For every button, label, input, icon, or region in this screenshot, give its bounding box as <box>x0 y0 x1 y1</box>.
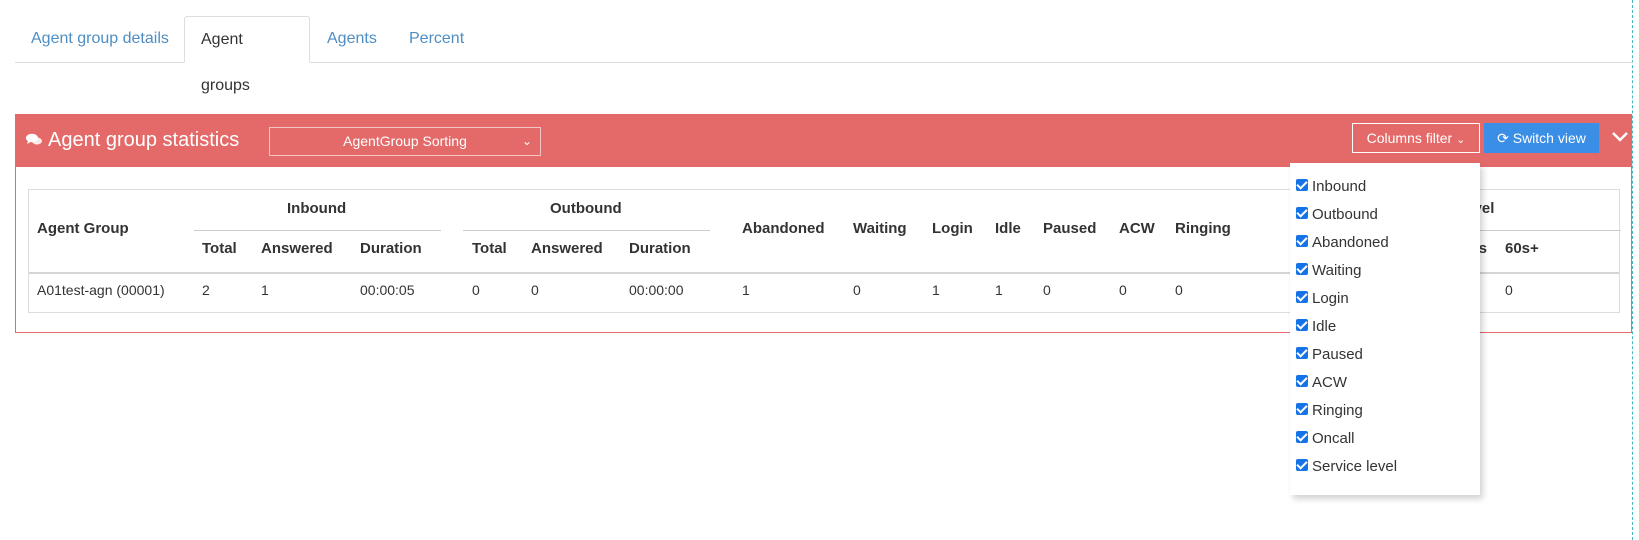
cell-in-duration: 00:00:05 <box>360 282 415 298</box>
header-abandoned: Abandoned <box>742 220 825 237</box>
header-agent-group: Agent Group <box>37 220 129 237</box>
header-out-total: Total <box>472 240 507 257</box>
header-ringing: Ringing <box>1175 220 1231 237</box>
header-paused: Paused <box>1043 220 1097 237</box>
filter-option-label: Oncall <box>1312 430 1355 447</box>
header-idle: Idle <box>995 220 1021 237</box>
checkbox-checked-icon[interactable] <box>1296 459 1308 471</box>
header-out-duration: Duration <box>629 240 691 257</box>
filter-option-label: ACW <box>1312 374 1347 391</box>
header-in-duration: Duration <box>360 240 422 257</box>
checkbox-checked-icon[interactable] <box>1296 235 1308 247</box>
header-in-answered: Answered <box>261 240 333 257</box>
filter-option-idle[interactable]: Idle <box>1296 317 1336 337</box>
filter-option-label: Ringing <box>1312 402 1363 419</box>
filter-option-label: Service level <box>1312 458 1398 475</box>
cell-abandoned: 1 <box>742 282 750 298</box>
tab-agents[interactable]: Agents <box>311 16 393 62</box>
cell-ringing: 0 <box>1175 282 1183 298</box>
columns-filter-dropdown: Inbound Outbound Abandoned Waiting Login… <box>1290 163 1480 495</box>
tab-percent[interactable]: Percent <box>393 16 480 62</box>
columns-filter-label: Columns filter <box>1366 130 1453 146</box>
header-in-total: Total <box>202 240 237 257</box>
header-sl-60p: 60s+ <box>1505 240 1539 257</box>
filter-option-label: Idle <box>1312 318 1337 335</box>
inbound-divider <box>194 230 441 231</box>
checkbox-checked-icon[interactable] <box>1296 291 1308 303</box>
filter-option-acw[interactable]: ACW <box>1296 373 1347 393</box>
collapse-chevron-icon[interactable] <box>1608 125 1632 149</box>
page-edge-guide <box>1632 0 1633 540</box>
cell-waiting: 0 <box>853 282 861 298</box>
checkbox-checked-icon[interactable] <box>1296 347 1308 359</box>
filter-option-waiting[interactable]: Waiting <box>1296 261 1361 281</box>
header-out-answered: Answered <box>531 240 603 257</box>
refresh-icon: ⟳ <box>1497 130 1509 146</box>
filter-option-service-level[interactable]: Service level <box>1296 457 1397 477</box>
checkbox-checked-icon[interactable] <box>1296 319 1308 331</box>
filter-option-label: Login <box>1312 290 1349 307</box>
outbound-divider <box>463 230 710 231</box>
cell-out-duration: 00:00:00 <box>629 282 684 298</box>
sorting-select[interactable]: AgentGroup Sorting ⌄ <box>269 127 541 156</box>
filter-option-label: Outbound <box>1312 206 1378 223</box>
filter-option-outbound[interactable]: Outbound <box>1296 205 1378 225</box>
cell-out-answered: 0 <box>531 282 539 298</box>
checkbox-checked-icon[interactable] <box>1296 263 1308 275</box>
tab-bar: Agent group details Agent groups Agents … <box>15 16 1633 94</box>
filter-option-login[interactable]: Login <box>1296 289 1349 309</box>
cell-acw: 0 <box>1119 282 1127 298</box>
checkbox-checked-icon[interactable] <box>1296 179 1308 191</box>
cell-sl-60p: 0 <box>1505 282 1513 298</box>
filter-option-inbound[interactable]: Inbound <box>1296 177 1366 197</box>
cell-agent-group: A01test-agn (00001) <box>37 282 165 298</box>
cell-idle: 1 <box>995 282 1003 298</box>
checkbox-checked-icon[interactable] <box>1296 207 1308 219</box>
header-inbound: Inbound <box>287 200 347 217</box>
header-waiting: Waiting <box>853 220 907 237</box>
tab-agent-groups[interactable]: Agent groups <box>184 16 310 94</box>
sorting-select-value: AgentGroup Sorting <box>343 133 467 149</box>
caret-down-icon: ⌄ <box>1456 134 1466 146</box>
filter-option-label: Abandoned <box>1312 234 1389 251</box>
header-login: Login <box>932 220 973 237</box>
cell-in-answered: 1 <box>261 282 269 298</box>
panel-title: Agent group statistics <box>26 127 239 154</box>
header-acw: ACW <box>1119 220 1155 237</box>
switch-view-button[interactable]: ⟳ Switch view <box>1484 123 1599 153</box>
checkbox-checked-icon[interactable] <box>1296 403 1308 415</box>
panel-header: Agent group statistics AgentGroup Sortin… <box>16 115 1631 167</box>
filter-option-label: Paused <box>1312 346 1363 363</box>
chevron-down-icon: ⌄ <box>521 134 532 148</box>
filter-option-label: Inbound <box>1312 178 1367 195</box>
filter-option-ringing[interactable]: Ringing <box>1296 401 1363 421</box>
columns-filter-button[interactable]: Columns filter ⌄ <box>1352 123 1480 153</box>
cell-login: 1 <box>932 282 940 298</box>
panel-title-text: Agent group statistics <box>48 129 240 151</box>
cell-paused: 0 <box>1043 282 1051 298</box>
cell-out-total: 0 <box>472 282 480 298</box>
filter-option-label: Waiting <box>1312 262 1362 279</box>
comments-icon <box>26 128 42 154</box>
filter-option-paused[interactable]: Paused <box>1296 345 1363 365</box>
filter-option-oncall[interactable]: Oncall <box>1296 429 1355 449</box>
header-outbound: Outbound <box>550 200 622 217</box>
cell-in-total: 2 <box>202 282 210 298</box>
checkbox-checked-icon[interactable] <box>1296 431 1308 443</box>
filter-option-abandoned[interactable]: Abandoned <box>1296 233 1389 253</box>
switch-view-label: Switch view <box>1512 130 1586 146</box>
checkbox-checked-icon[interactable] <box>1296 375 1308 387</box>
tab-agent-group-details[interactable]: Agent group details <box>15 16 185 62</box>
